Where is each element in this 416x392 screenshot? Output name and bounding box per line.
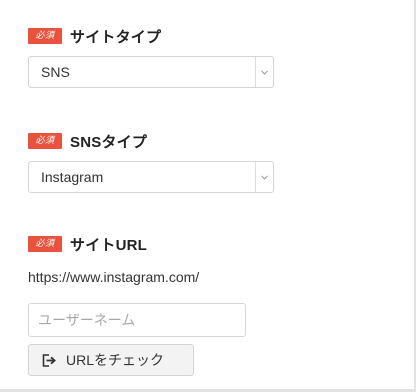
sns-type-section: 必須 SNSタイプ Instagram xyxy=(28,132,274,193)
site-type-select[interactable]: SNS xyxy=(28,56,274,88)
site-type-section: 必須 サイトタイプ SNS xyxy=(28,27,274,88)
site-url-section: 必須 サイトURL https://www.instagram.com/ URL… xyxy=(28,235,246,376)
check-url-button[interactable]: URLをチェック xyxy=(28,344,194,376)
base-url-text: https://www.instagram.com/ xyxy=(28,269,200,285)
site-type-label: サイトタイプ xyxy=(70,28,162,46)
site-url-label: サイトURL xyxy=(70,236,148,254)
external-link-icon xyxy=(42,353,57,367)
sns-type-select[interactable]: Instagram xyxy=(28,161,274,193)
site-url-label-row: 必須 サイトURL xyxy=(28,235,148,254)
chevron-down-icon xyxy=(255,57,273,87)
site-type-label-row: 必須 サイトタイプ xyxy=(28,27,162,46)
chevron-down-icon xyxy=(255,162,273,192)
site-settings-form: 必須 サイトタイプ SNS 必須 SNSタイプ Instagram 必須 サイト… xyxy=(0,0,416,392)
sns-type-label: SNSタイプ xyxy=(70,133,148,151)
username-input[interactable] xyxy=(28,303,246,337)
required-badge: 必須 xyxy=(28,28,62,44)
sns-type-label-row: 必須 SNSタイプ xyxy=(28,132,148,151)
site-type-selected-value: SNS xyxy=(41,64,70,80)
required-badge: 必須 xyxy=(28,236,62,252)
required-badge: 必須 xyxy=(28,133,62,149)
check-url-button-label: URLをチェック xyxy=(66,352,165,368)
sns-type-selected-value: Instagram xyxy=(41,169,104,185)
